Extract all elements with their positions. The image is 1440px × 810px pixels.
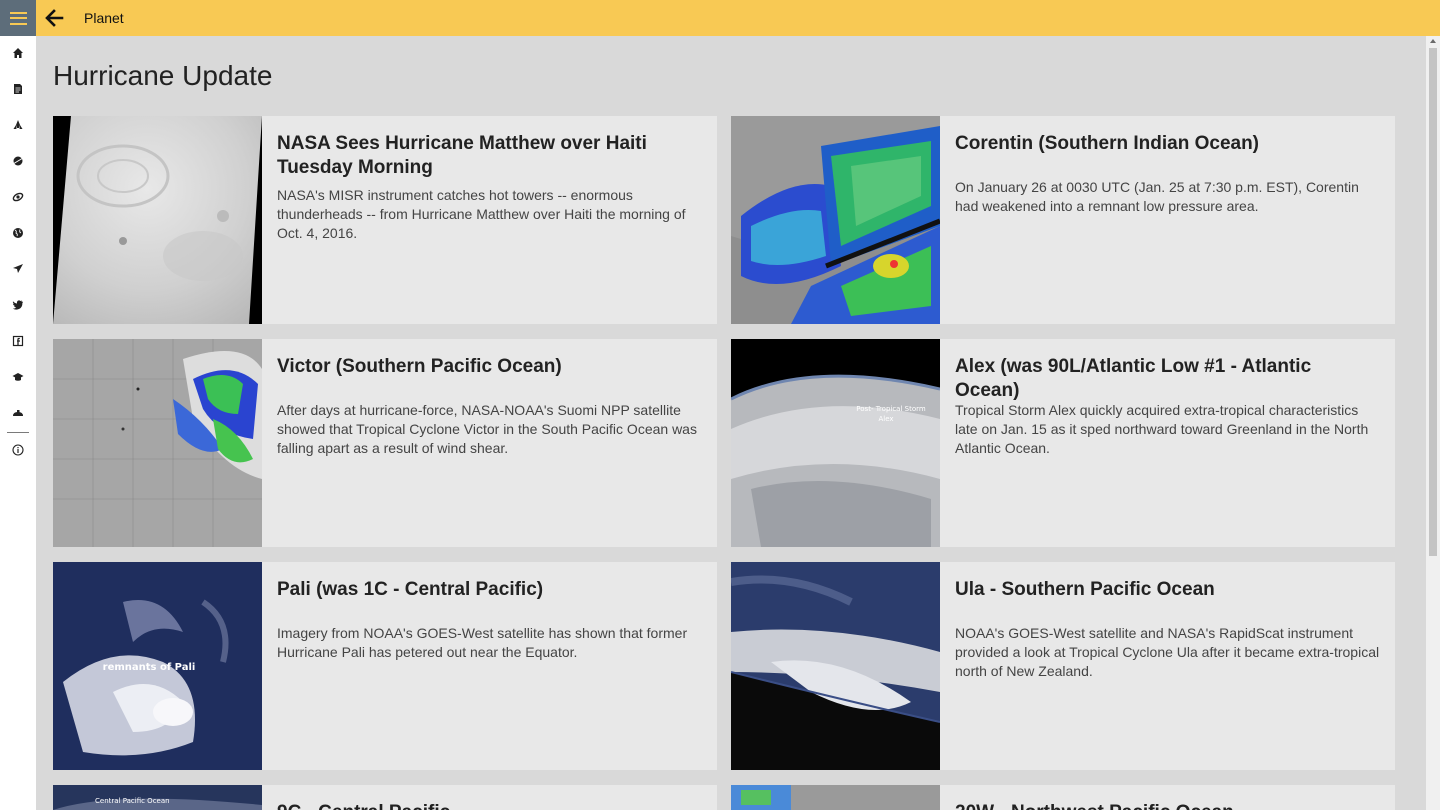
info-icon [12,444,24,456]
svg-text:Alex: Alex [878,415,893,423]
sidebar-item-home[interactable] [6,41,30,65]
sidebar-item-planets[interactable] [6,149,30,173]
rocket-icon [13,120,23,129]
submarine-icon [13,410,23,416]
article-description: Imagery from NOAA's GOES-West satellite … [277,625,688,660]
document-icon [14,84,22,94]
article-thumbnail: Post- Tropical Storm Alex [731,339,940,547]
article-title: Alex (was 90L/Atlantic Low #1 - Atlantic… [955,356,1312,401]
back-arrow-icon [45,9,64,27]
article-thumbnail [731,116,940,324]
facebook-icon [12,335,24,347]
article-description: Tropical Storm Alex quickly acquired ext… [955,402,1369,456]
article-title: 9C - Central Pacific [277,801,697,810]
sidebar-item-ocean[interactable] [6,401,30,425]
svg-text:Central Pacific Ocean: Central Pacific Ocean [95,797,170,805]
top-bar: Planet [0,0,1440,36]
article-thumbnail [731,562,940,770]
graduation-cap-icon [12,373,24,381]
scrollbar-thumb[interactable] [1429,48,1437,556]
svg-text:Post- Tropical Storm: Post- Tropical Storm [856,405,926,413]
article-description: NOAA's GOES-West satellite and NASA's Ra… [955,625,1380,679]
sidebar-item-facebook[interactable] [6,329,30,353]
article-title: Ula - Southern Pacific Ocean [955,579,1215,600]
planet-icon [12,156,24,166]
sidebar-item-galaxies[interactable] [6,185,30,209]
article-thumbnail [731,785,940,810]
article-card[interactable]: Ula - Southern Pacific Ocean NOAA's GOES… [731,562,1395,770]
hamburger-menu-button[interactable] [0,0,36,36]
sidebar-item-education[interactable] [6,365,30,389]
globe-icon [13,228,23,238]
article-description: On January 26 at 0030 UTC (Jan. 25 at 7:… [955,179,1359,214]
article-card[interactable]: Central Pacific Ocean 9C - Central Pacif… [53,785,717,810]
sidebar [0,36,36,810]
article-card[interactable]: Victor (Southern Pacific Ocean) After da… [53,339,717,547]
article-thumbnail [53,339,262,547]
sidebar-item-about[interactable] [6,438,30,462]
article-card[interactable]: 20W - Northwest Pacific Ocean [731,785,1395,810]
page-title: Hurricane Update [53,60,273,91]
twitter-icon [12,300,23,310]
hamburger-icon [9,11,27,25]
article-thumbnail [53,116,262,324]
article-card[interactable]: NASA Sees Hurricane Matthew over Haiti T… [53,116,717,324]
galaxy-icon [12,192,24,202]
app-title: Planet [84,10,124,26]
back-button[interactable] [42,6,66,30]
svg-text:remnants of Pali: remnants of Pali [103,662,196,673]
sidebar-item-articles[interactable] [6,77,30,101]
article-thumbnail: remnants of Pali [53,562,262,770]
article-description: After days at hurricane-force, NASA-NOAA… [277,402,697,456]
scroll-up-arrow-icon[interactable] [1430,39,1436,43]
sidebar-item-twitter[interactable] [6,293,30,317]
sidebar-divider [7,432,29,433]
article-thumbnail: Central Pacific Ocean [53,785,262,810]
article-title: Pali (was 1C - Central Pacific) [277,579,544,600]
home-icon [13,48,23,58]
article-card[interactable]: Corentin (Southern Indian Ocean) On Janu… [731,116,1395,324]
sidebar-item-missions[interactable] [6,113,30,137]
vertical-scrollbar[interactable] [1426,36,1440,810]
article-title: 20W - Northwest Pacific Ocean [955,801,1375,810]
sidebar-item-aeronautics[interactable] [6,257,30,281]
sidebar-item-earth[interactable] [6,221,30,245]
article-card[interactable]: Post- Tropical Storm Alex Alex (was 90L/… [731,339,1395,547]
article-description: NASA's MISR instrument catches hot tower… [277,187,686,241]
article-card[interactable]: remnants of Pali Pali (was 1C - Central … [53,562,717,770]
airplane-icon [13,264,23,273]
article-title: Victor (Southern Pacific Ocean) [277,356,562,377]
article-title: NASA Sees Hurricane Matthew over Haiti T… [277,133,647,178]
article-title: Corentin (Southern Indian Ocean) [955,133,1260,154]
